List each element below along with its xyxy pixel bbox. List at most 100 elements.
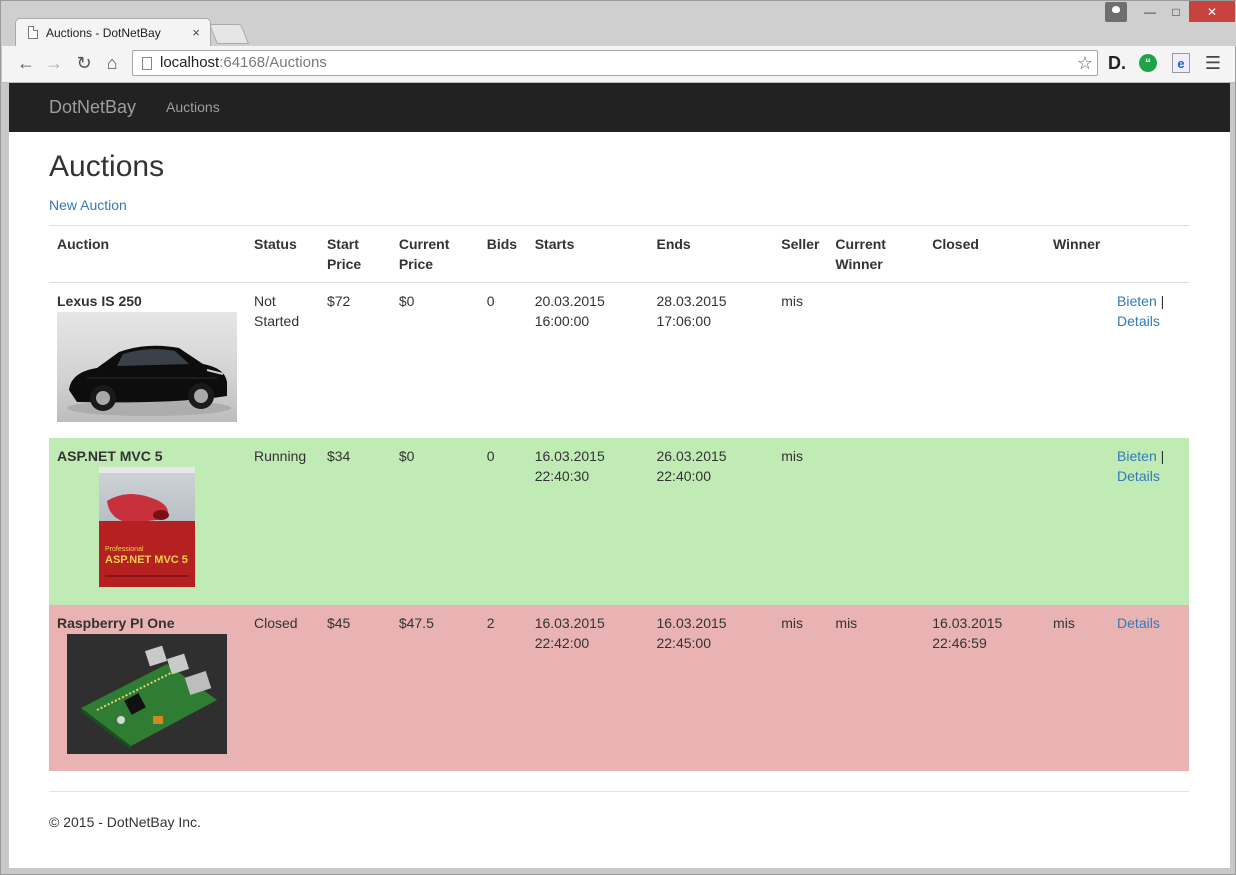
table-row: ASP.NET MVC 5 Professional ASP.NET MVC 5 bbox=[49, 437, 1189, 605]
winner-cell bbox=[1045, 282, 1110, 438]
header-status: Status bbox=[245, 225, 319, 283]
car-photo bbox=[57, 312, 237, 422]
close-tab-icon[interactable]: × bbox=[192, 19, 200, 47]
auction-cell: ASP.NET MVC 5 Professional ASP.NET MVC 5 bbox=[49, 437, 246, 605]
details-link[interactable]: Details bbox=[1117, 313, 1160, 329]
closed-cell bbox=[924, 437, 1046, 605]
starts-cell: 16.03.2015 22:42:00 bbox=[526, 604, 649, 771]
status-cell: Running bbox=[245, 437, 319, 605]
header-current-winner: Current Winner bbox=[827, 225, 925, 283]
browser-tab[interactable]: Auctions - DotNetBay × bbox=[15, 18, 211, 46]
table-header-row: Auction Status Start Price Current Price B… bbox=[49, 225, 1189, 283]
actions-cell: Bieten | Details bbox=[1109, 282, 1189, 438]
header-start-price: Start Price bbox=[318, 225, 391, 283]
svg-text:Professional: Professional bbox=[105, 546, 144, 553]
seller-cell: mis bbox=[773, 282, 828, 438]
closed-cell bbox=[924, 282, 1046, 438]
current-price-cell: $0 bbox=[390, 437, 479, 605]
navbar-brand[interactable]: DotNetBay bbox=[49, 83, 136, 132]
actions-cell: Bieten | Details bbox=[1109, 437, 1189, 605]
ie-tab-icon[interactable]: e bbox=[1172, 53, 1190, 73]
closed-cell: 16.03.2015 22:46:59 bbox=[924, 604, 1046, 771]
winner-cell: mis bbox=[1045, 604, 1110, 771]
seller-cell: mis bbox=[773, 604, 828, 771]
footer-copyright: © 2015 - DotNetBay Inc. bbox=[49, 814, 201, 830]
close-window-icon[interactable]: ✕ bbox=[1189, 1, 1235, 22]
bids-cell: 0 bbox=[478, 437, 527, 605]
tab-title: Auctions - DotNetBay bbox=[46, 26, 161, 40]
forward-arrow-icon[interactable]: → bbox=[42, 51, 66, 75]
link-separator: | bbox=[1156, 447, 1165, 464]
back-arrow-icon[interactable]: ← bbox=[14, 51, 38, 75]
starts-cell: 16.03.2015 22:40:30 bbox=[526, 437, 649, 605]
page-icon bbox=[142, 57, 152, 70]
current-winner-cell bbox=[827, 437, 925, 605]
navbar: DotNetBay Auctions bbox=[9, 83, 1230, 132]
start-price-cell: $72 bbox=[318, 282, 391, 438]
bid-link[interactable]: Bieten bbox=[1117, 293, 1157, 309]
browser-window: Auctions - DotNetBay × — □ ✕ ← → ↻ ⌂ loc… bbox=[0, 0, 1236, 875]
svg-text:ASP.NET MVC 5: ASP.NET MVC 5 bbox=[105, 554, 188, 566]
hangouts-icon[interactable]: “ bbox=[1139, 54, 1157, 72]
extension-d-icon[interactable]: D. bbox=[1106, 52, 1128, 74]
auction-title: ASP.NET MVC 5 bbox=[57, 447, 163, 464]
auction-title: Lexus IS 250 bbox=[57, 293, 142, 309]
ends-cell: 16.03.2015 22:45:00 bbox=[648, 604, 774, 771]
current-price-cell: $47.5 bbox=[390, 604, 479, 771]
auctions-table: Auction Status Start Price Current Price B… bbox=[49, 225, 1189, 771]
ends-cell: 26.03.2015 22:40:00 bbox=[648, 437, 774, 605]
details-link[interactable]: Details bbox=[1117, 615, 1160, 631]
current-winner-cell: mis bbox=[827, 604, 925, 771]
winner-cell bbox=[1045, 437, 1110, 605]
details-link[interactable]: Details bbox=[1117, 468, 1160, 484]
page-title: Auctions bbox=[49, 150, 165, 183]
auction-cell: Lexus IS 250 bbox=[49, 282, 246, 438]
circuit-board-photo bbox=[67, 633, 227, 754]
bids-cell: 0 bbox=[478, 282, 527, 438]
current-price-cell: $0 bbox=[390, 282, 479, 438]
address-bar[interactable]: localhost:64168/Auctions ☆ bbox=[132, 50, 1098, 76]
header-winner: Winner bbox=[1045, 225, 1110, 283]
book-cover: Professional ASP.NET MVC 5 bbox=[99, 466, 195, 587]
status-cell: Not Started bbox=[245, 282, 319, 438]
header-starts: Starts bbox=[526, 225, 649, 283]
nav-link-auctions[interactable]: Auctions bbox=[166, 83, 220, 132]
table-row: Raspberry PI One Closed $45 $47.5 2 16.0… bbox=[49, 604, 1189, 771]
ends-cell: 28.03.2015 17:06:00 bbox=[648, 282, 774, 438]
starts-cell: 20.03.2015 16:00:00 bbox=[526, 282, 649, 438]
url-text: localhost:64168/Auctions bbox=[160, 54, 327, 71]
bids-cell: 2 bbox=[478, 604, 527, 771]
auction-title: Raspberry PI One bbox=[57, 614, 175, 631]
current-winner-cell bbox=[827, 282, 925, 438]
link-separator: | bbox=[1156, 293, 1165, 309]
actions-cell: Details bbox=[1109, 604, 1189, 771]
start-price-cell: $34 bbox=[318, 437, 391, 605]
footer-divider bbox=[49, 791, 1189, 792]
header-seller: Seller bbox=[773, 225, 828, 283]
bookmark-star-icon[interactable]: ☆ bbox=[1077, 51, 1093, 75]
page-viewport: DotNetBay Auctions Auctions New Auction … bbox=[9, 83, 1230, 868]
maximize-icon[interactable]: □ bbox=[1163, 1, 1189, 23]
minimize-icon[interactable]: — bbox=[1137, 1, 1163, 23]
menu-icon[interactable]: ☰ bbox=[1203, 52, 1223, 74]
bid-link[interactable]: Bieten bbox=[1117, 448, 1157, 464]
auction-cell: Raspberry PI One bbox=[49, 604, 246, 771]
new-auction-link[interactable]: New Auction bbox=[49, 195, 127, 215]
header-auction: Auction bbox=[49, 225, 246, 283]
browser-toolbar: ← → ↻ ⌂ localhost:64168/Auctions ☆ D. “ … bbox=[2, 46, 1235, 83]
seller-cell: mis bbox=[773, 437, 828, 605]
header-closed: Closed bbox=[924, 225, 1046, 283]
start-price-cell: $45 bbox=[318, 604, 391, 771]
user-profile-icon[interactable] bbox=[1105, 2, 1127, 22]
home-icon[interactable]: ⌂ bbox=[100, 51, 124, 75]
header-bids: Bids bbox=[478, 225, 527, 283]
header-actions bbox=[1109, 225, 1189, 283]
table-row: Lexus IS 250 Not Started $72 $0 0 20.03.… bbox=[49, 282, 1189, 438]
header-ends: Ends bbox=[648, 225, 774, 283]
new-tab-button[interactable] bbox=[208, 24, 250, 44]
title-bar: Auctions - DotNetBay × — □ ✕ bbox=[1, 1, 1236, 46]
header-current-price: Current Price bbox=[390, 225, 479, 283]
status-cell: Closed bbox=[245, 604, 319, 771]
reload-icon[interactable]: ↻ bbox=[72, 51, 96, 75]
page-icon bbox=[28, 26, 38, 39]
